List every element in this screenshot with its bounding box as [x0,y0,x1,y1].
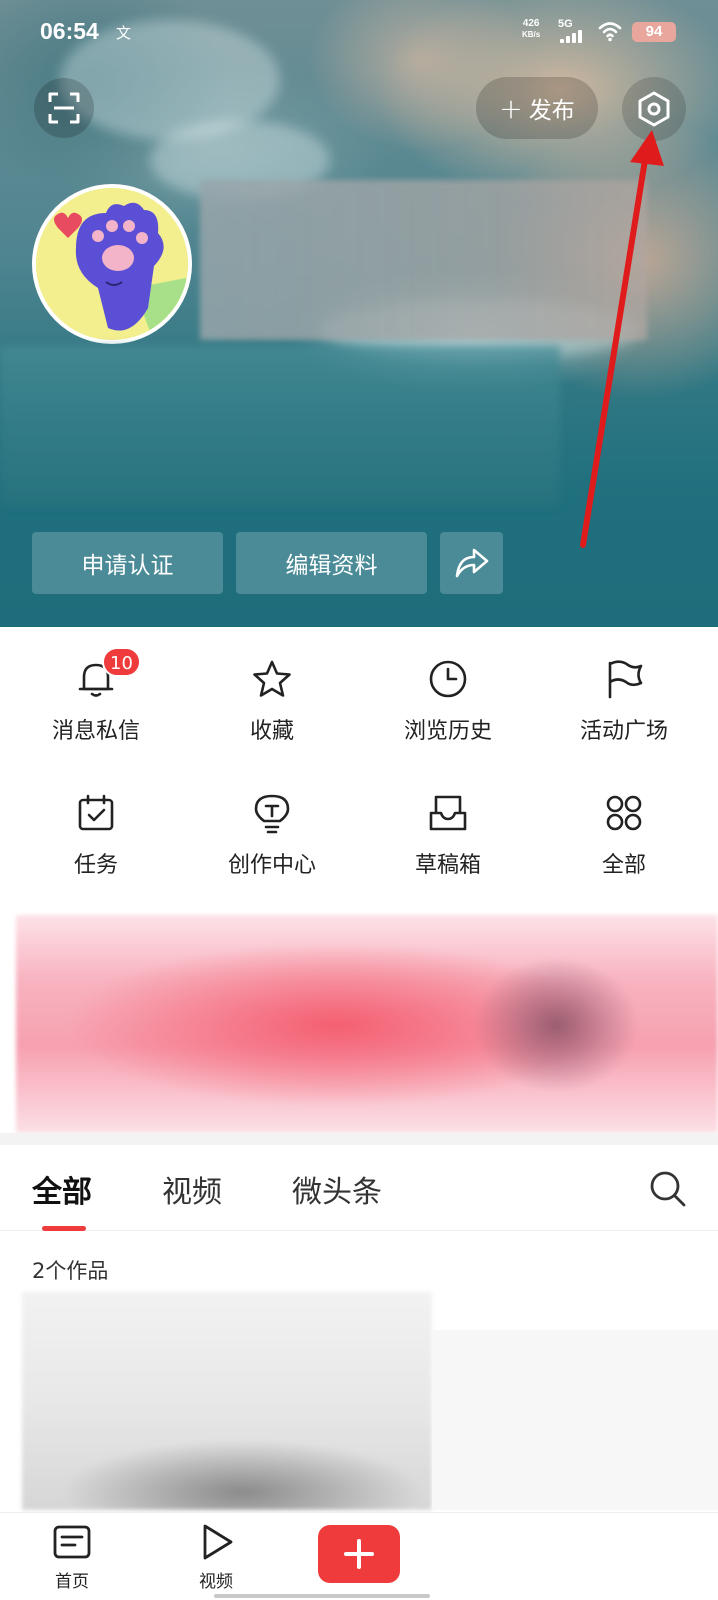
create-post-button[interactable] [318,1525,400,1583]
work-thumbnail[interactable] [22,1292,432,1510]
tab-video[interactable]: 视频 [162,1167,222,1211]
grid-item-tasks[interactable]: 任务 [6,771,186,891]
grid-item-label: 收藏 [249,719,294,744]
publish-button[interactable]: + 发布 [476,77,598,139]
tab-micro-post[interactable]: 微头条 [292,1167,382,1211]
nav-label: 视频 [199,1572,233,1592]
signal-icon [560,30,586,43]
grid-item-label: 活动广场 [579,719,668,744]
notification-icon: 文 [116,25,132,42]
home-doc-icon [53,1525,91,1559]
network-speed-unit: KB/s [522,30,541,39]
star-icon [253,660,291,697]
settings-button[interactable] [622,77,686,141]
scan-icon [48,92,80,124]
lightbulb-icon [254,794,290,834]
grid-item-activity-square[interactable]: 活动广场 [534,637,714,757]
grid-item-label: 浏览历史 [403,719,492,744]
grid-item-history[interactable]: 浏览历史 [358,637,538,757]
promo-banner[interactable] [16,915,718,1133]
blurred-profile-info [0,346,560,506]
four-circles-icon [606,795,642,831]
wifi-icon [598,22,622,42]
network-speed: 426 KB/s [522,18,540,40]
clock-icon [429,660,467,698]
unread-badge: 10 [102,647,141,677]
status-time: 06:54 [40,18,99,44]
share-button[interactable] [440,532,503,594]
play-icon [203,1524,233,1560]
grid-item-label: 消息私信 [51,719,140,744]
battery-indicator: 94 [632,22,676,42]
scan-button[interactable] [34,78,94,138]
nav-video[interactable]: 视频 [176,1521,256,1597]
grid-item-all[interactable]: 全部 [534,771,714,891]
works-count: 2个作品 [32,1259,109,1283]
grid-item-messages[interactable]: 10 消息私信 [6,637,186,757]
grid-item-label: 草稿箱 [414,853,481,878]
bottom-nav: 首页 视频 [0,1512,718,1600]
grid-item-favorites[interactable]: 收藏 [182,637,362,757]
work-thumbnail-placeholder [432,1330,718,1510]
function-grid: 10 消息私信 收藏 浏览历史 活动广场 任务 创作中心 草稿箱 全部 [0,637,718,907]
grid-item-drafts[interactable]: 草稿箱 [358,771,538,891]
nav-home[interactable]: 首页 [32,1521,112,1597]
publish-label: 发布 [528,98,575,124]
status-bar: 06:54 文 426 KB/s 5G 94 [0,0,718,62]
search-icon[interactable] [646,1167,690,1211]
grid-item-creator-center[interactable]: 创作中心 [182,771,362,891]
grid-item-label: 全部 [601,853,646,878]
plus-icon: + [499,91,523,125]
tab-all[interactable]: 全部 [32,1167,92,1211]
grid-item-label: 任务 [73,853,118,878]
network-type: 5G [558,18,573,30]
tab-active-indicator [42,1226,86,1231]
content-tabs: 全部 视频 微头条 [0,1145,718,1231]
gear-icon [638,91,670,127]
section-divider [0,1133,718,1145]
plus-icon [344,1539,374,1569]
profile-header: 06:54 文 426 KB/s 5G 94 + 发布 申请认证 编辑资料 [0,0,718,627]
grid-item-label: 创作中心 [227,853,316,878]
calendar-check-icon [78,794,114,831]
avatar[interactable] [32,184,192,344]
network-speed-value: 426 [522,18,540,29]
inbox-icon [429,795,467,831]
home-indicator[interactable] [214,1594,430,1598]
flag-icon [608,660,643,699]
verify-button[interactable]: 申请认证 [32,532,223,594]
blurred-username [200,180,647,340]
share-icon [455,548,488,578]
cat-paw-avatar-icon [36,188,188,340]
nav-label: 首页 [55,1572,89,1592]
edit-profile-button[interactable]: 编辑资料 [236,532,427,594]
